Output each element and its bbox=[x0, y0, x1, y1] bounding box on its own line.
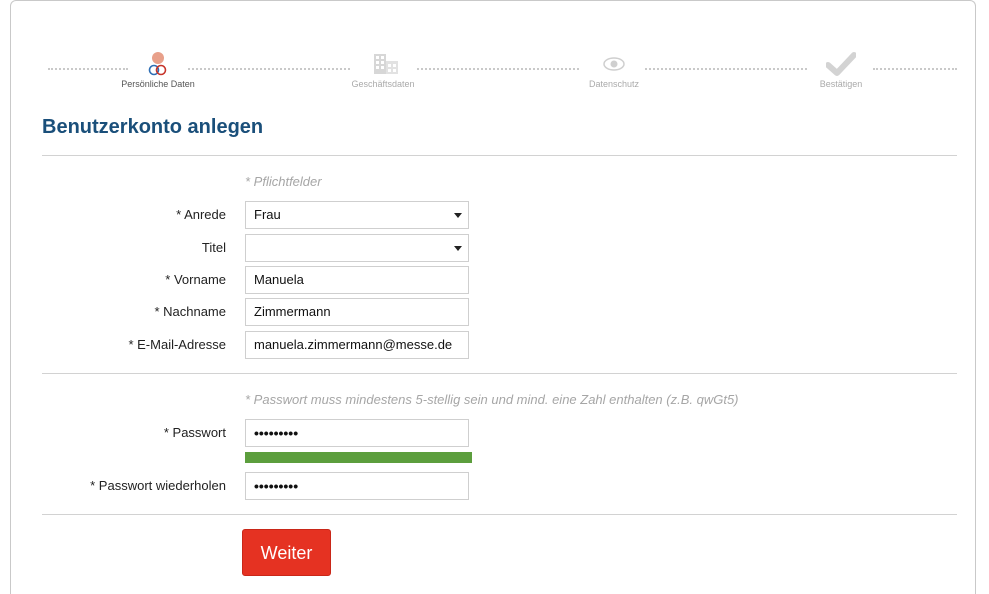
divider bbox=[42, 514, 957, 515]
vorname-label: * Vorname bbox=[165, 272, 226, 287]
progress-dots bbox=[645, 68, 807, 70]
progress-dots bbox=[417, 68, 579, 70]
step-label-confirm: Bestätigen bbox=[819, 79, 863, 89]
progress-dots bbox=[188, 68, 350, 70]
nachname-label-wrap: * Nachname bbox=[28, 298, 226, 326]
step-label-business: Geschäftsdaten bbox=[351, 79, 415, 89]
divider bbox=[42, 155, 957, 156]
progress-dots bbox=[873, 68, 957, 70]
password-input[interactable]: ••••••••• bbox=[245, 419, 469, 447]
anrede-value: Frau bbox=[254, 207, 281, 222]
anrede-select[interactable]: Frau bbox=[245, 201, 469, 229]
vorname-input[interactable]: Manuela bbox=[245, 266, 469, 294]
password-strength-bar bbox=[245, 452, 472, 463]
weiter-button[interactable]: Weiter bbox=[242, 529, 331, 576]
progress-dots bbox=[48, 68, 128, 70]
vorname-label-wrap: * Vorname bbox=[28, 266, 226, 294]
email-label: * E-Mail-Adresse bbox=[128, 337, 226, 352]
nachname-label: * Nachname bbox=[154, 304, 226, 319]
building-icon bbox=[374, 54, 398, 74]
password-repeat-input[interactable]: ••••••••• bbox=[245, 472, 469, 500]
chevron-down-icon bbox=[454, 213, 462, 218]
person-icon bbox=[148, 52, 167, 76]
titel-select[interactable] bbox=[245, 234, 469, 262]
email-input[interactable]: manuela.zimmermann@messe.de bbox=[245, 331, 469, 359]
titel-label: Titel bbox=[201, 240, 226, 255]
anrede-label-wrap: * Anrede bbox=[28, 201, 226, 229]
password-repeat-label: * Passwort wiederholen bbox=[90, 478, 226, 493]
checkmark-icon bbox=[826, 52, 856, 76]
titel-label-wrap: Titel bbox=[28, 234, 226, 262]
password-label: * Passwort bbox=[163, 425, 226, 440]
eye-icon bbox=[603, 57, 625, 71]
nachname-input[interactable]: Zimmermann bbox=[245, 298, 469, 326]
password-repeat-label-wrap: * Passwort wiederholen bbox=[28, 472, 226, 500]
required-fields-hint: * Pflichtfelder bbox=[245, 174, 322, 189]
divider bbox=[42, 373, 957, 374]
page-title: Benutzerkonto anlegen bbox=[42, 116, 264, 138]
step-label-personal: Persönliche Daten bbox=[121, 79, 195, 89]
email-label-wrap: * E-Mail-Adresse bbox=[28, 331, 226, 359]
step-label-privacy: Datenschutz bbox=[588, 79, 640, 89]
form-panel bbox=[10, 0, 976, 594]
password-hint: * Passwort muss mindestens 5-stellig sei… bbox=[245, 392, 739, 407]
anrede-label: * Anrede bbox=[176, 207, 226, 222]
password-label-wrap: * Passwort bbox=[28, 419, 226, 447]
chevron-down-icon bbox=[454, 246, 462, 251]
